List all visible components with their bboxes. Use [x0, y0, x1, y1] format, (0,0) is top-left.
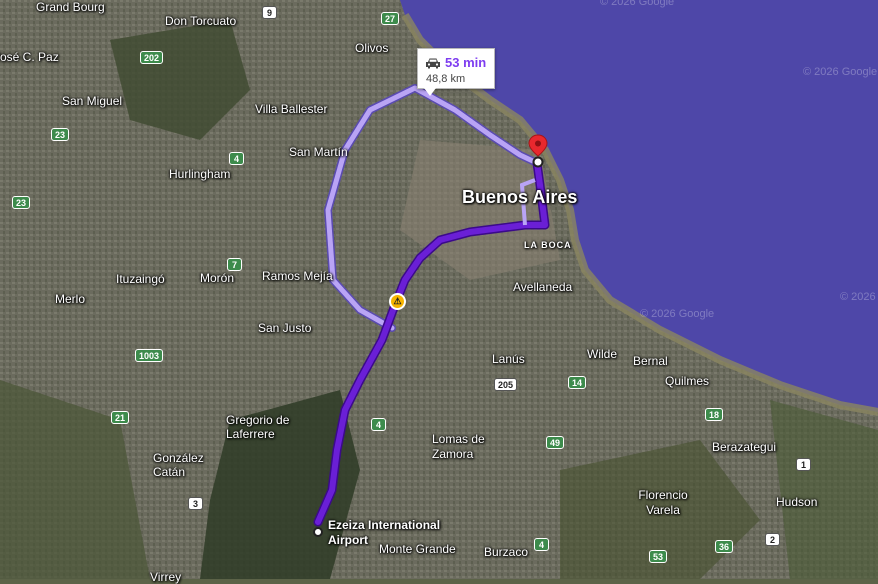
place-label: Lomas de Zamora — [432, 432, 485, 461]
road-shield: 4 — [371, 418, 386, 431]
place-label: Avellaneda — [513, 280, 573, 294]
place-label: Villa Ballester — [255, 102, 328, 116]
place-label: Virrey — [150, 570, 182, 584]
place-label: LA BOCA — [524, 240, 572, 250]
place-label: González Catán — [153, 451, 204, 479]
place-label: Quilmes — [665, 374, 710, 388]
place-label-buenos-aires: Buenos Aires — [462, 187, 578, 207]
google-watermark: © 2026 Google — [600, 0, 675, 8]
place-label: Monte Grande — [379, 542, 456, 556]
place-label: Merlo — [55, 292, 86, 306]
road-shield: 18 — [705, 408, 724, 421]
place-label: Gregorio de Laferrere — [226, 413, 290, 441]
road-shield: 27 — [381, 12, 400, 25]
route-duration: 53 min — [445, 55, 487, 70]
road-shield: 3 — [188, 497, 203, 510]
route-info-callout[interactable]: 53 min 48,8 km — [417, 48, 495, 96]
place-label: Ituzaingó — [116, 272, 165, 286]
road-shield: 23 — [51, 128, 70, 141]
road-shield: 21 — [111, 411, 130, 424]
place-label: Bernal — [633, 354, 668, 368]
place-label: Berazategui — [712, 440, 777, 454]
origin-marker[interactable] — [313, 527, 323, 537]
road-shield: 14 — [568, 376, 587, 389]
road-shield: 1003 — [135, 349, 164, 362]
google-watermark: © 2026 Google — [803, 66, 878, 78]
place-label: Grand Bourg — [36, 0, 105, 14]
road-shield: 2 — [765, 533, 780, 546]
road-shield: 53 — [649, 550, 668, 563]
place-label: Don Torcuato — [165, 14, 237, 28]
place-label: San Miguel — [62, 94, 123, 108]
road-shield: 205 — [494, 378, 518, 391]
place-label: Lanús — [492, 352, 525, 366]
place-label: Hudson — [776, 495, 818, 509]
place-label: Burzaco — [484, 545, 529, 559]
road-shield: 9 — [262, 6, 277, 19]
place-label: Ramos Mejía — [262, 269, 333, 283]
road-shield: 36 — [715, 540, 734, 553]
road-shield: 23 — [12, 196, 31, 209]
road-shield: 49 — [546, 436, 565, 449]
traffic-incident-icon[interactable]: ⚠ — [389, 293, 406, 310]
place-label: Wilde — [587, 347, 618, 361]
road-shield: 1 — [796, 458, 811, 471]
place-label: Olivos — [355, 41, 389, 55]
google-watermark: © 2026 Google — [840, 291, 878, 303]
place-label: José C. Paz — [0, 50, 59, 64]
place-label: San Justo — [258, 321, 312, 335]
google-watermark: © 2026 Google — [640, 308, 715, 320]
place-label: Florencio Varela — [638, 488, 688, 517]
route-distance: 48,8 km — [426, 73, 466, 85]
car-icon — [426, 58, 440, 69]
place-label: Hurlingham — [169, 167, 231, 181]
road-shield: 4 — [534, 538, 549, 551]
road-shield: 7 — [227, 258, 242, 271]
place-label: San Martín — [289, 145, 348, 159]
road-shield: 202 — [140, 51, 164, 64]
road-shield: 4 — [229, 152, 244, 165]
place-label: Morón — [200, 271, 235, 285]
destination-pin-icon[interactable] — [528, 134, 548, 168]
